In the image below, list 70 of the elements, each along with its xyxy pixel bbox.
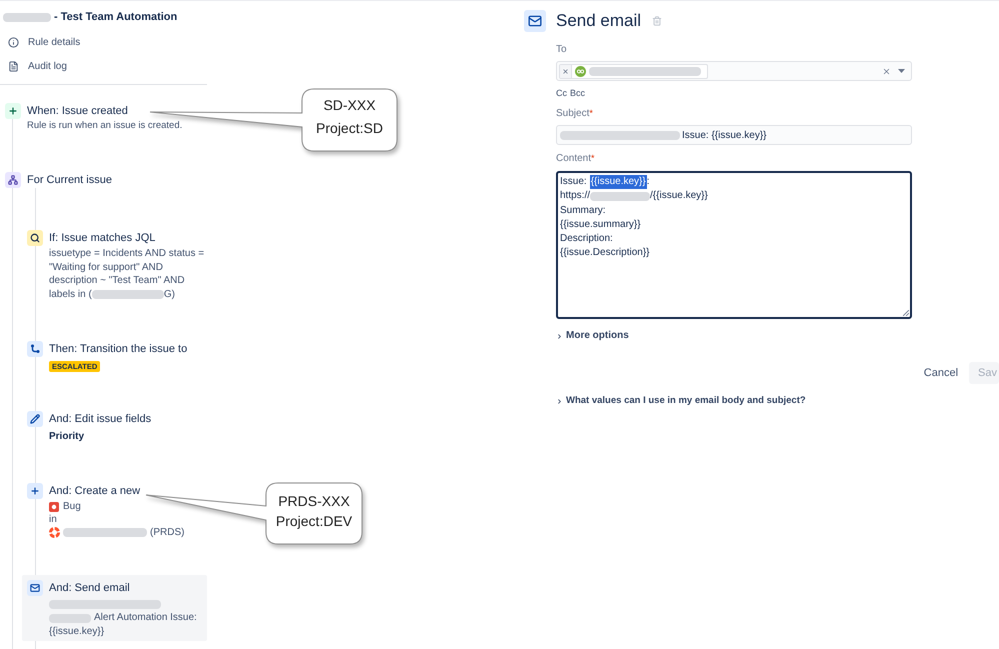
issue-type-icon [49,502,59,512]
subject-value: Issue: {{issue.key}} [682,128,767,142]
content-text: {{issue.summary}} [560,218,641,232]
content-text: https:// [560,189,590,204]
avatar-icon [575,66,586,76]
content-text: Summary: [560,204,606,218]
content-text: Issue: [560,175,587,189]
remove-icon[interactable] [560,64,572,78]
issue-type-label: Bug [63,500,81,513]
subject-field[interactable]: Issue: {{issue.key}} [556,125,912,145]
nav-link[interactable]: Audit log [0,54,67,78]
document-icon [8,60,19,72]
content-field[interactable]: Issue: {{issue.key}}: https:// /{{issue.key}} Summary: {{issue.summary}} Description: {{issue.Description}} [556,171,912,319]
joiner-text: in [49,513,57,526]
step-title: If: Issue matches JQL [49,231,156,246]
bcc-link[interactable]: Bcc [570,87,586,99]
more-options-button[interactable]: More options [556,330,629,342]
content-text: {{issue.Description}} [560,246,650,260]
step-description: Rule is run when an issue is created. [27,120,182,132]
required-mark: * [589,108,593,118]
step-title: Then: Transition the issue to [49,342,188,357]
step-title: For Current issue [27,173,112,188]
content-text: : [646,175,650,189]
field-label: To [556,44,567,56]
transition-icon [27,341,43,357]
step-title: And: Send email [49,581,130,596]
field-name: Priority [49,430,84,443]
recipient-field[interactable] [556,61,912,81]
project-key: (PRDS) [150,526,184,539]
query-text: labels in ( [49,288,92,301]
field-label: Content [556,153,592,165]
pencil-icon [27,411,43,427]
step-title: When: Issue created [27,104,128,119]
plus-icon [27,483,43,499]
email-summary-text: Alert Automation Issue: [94,611,197,625]
help-expander[interactable]: What values can I use in my email body and subject? [556,395,806,407]
info-icon [8,36,19,48]
recipient-tag[interactable] [559,64,708,78]
selected-text: {{issue.key}} [590,175,647,190]
clear-icon[interactable] [882,66,891,76]
branch-icon [5,172,21,188]
query-text: G) [164,288,175,301]
resize-grip-icon[interactable] [903,310,909,316]
content-text: /{{issue.key}} [650,189,708,204]
plus-icon [5,103,21,119]
required-mark: * [591,153,595,165]
callout-text: SD-XXX [323,96,376,114]
content-text: Description: [560,232,613,246]
mail-icon [27,580,43,596]
redaction-blur [3,12,51,22]
rule-title: - Test Team Automation [54,10,178,25]
cc-link[interactable]: Cc [556,87,567,99]
step-title: And: Edit issue fields [49,412,152,427]
lifebuoy-icon [49,527,60,538]
redaction-blur [49,614,91,622]
caret-icon[interactable] [898,69,905,73]
query-text: issuetype = Incidents AND status = [49,247,204,260]
callout-text: Project:SD [316,118,383,138]
email-summary-text: {{issue.key}} [49,625,104,639]
field-label: Subject [556,108,590,120]
query-text: "Waiting for support" AND [49,260,163,274]
step-title: And: Create a new [49,484,140,499]
panel-title: Send email [556,10,642,32]
mail-icon [524,10,546,32]
cancel-button[interactable]: Cancel [916,362,966,384]
nav-link[interactable]: Rule details [0,30,80,54]
search-icon [27,230,43,246]
callout-text: Project:DEV [276,512,352,531]
callout-text: PRDS-XXX [278,492,350,511]
query-text: description ~ "Test Team" AND [49,274,185,288]
